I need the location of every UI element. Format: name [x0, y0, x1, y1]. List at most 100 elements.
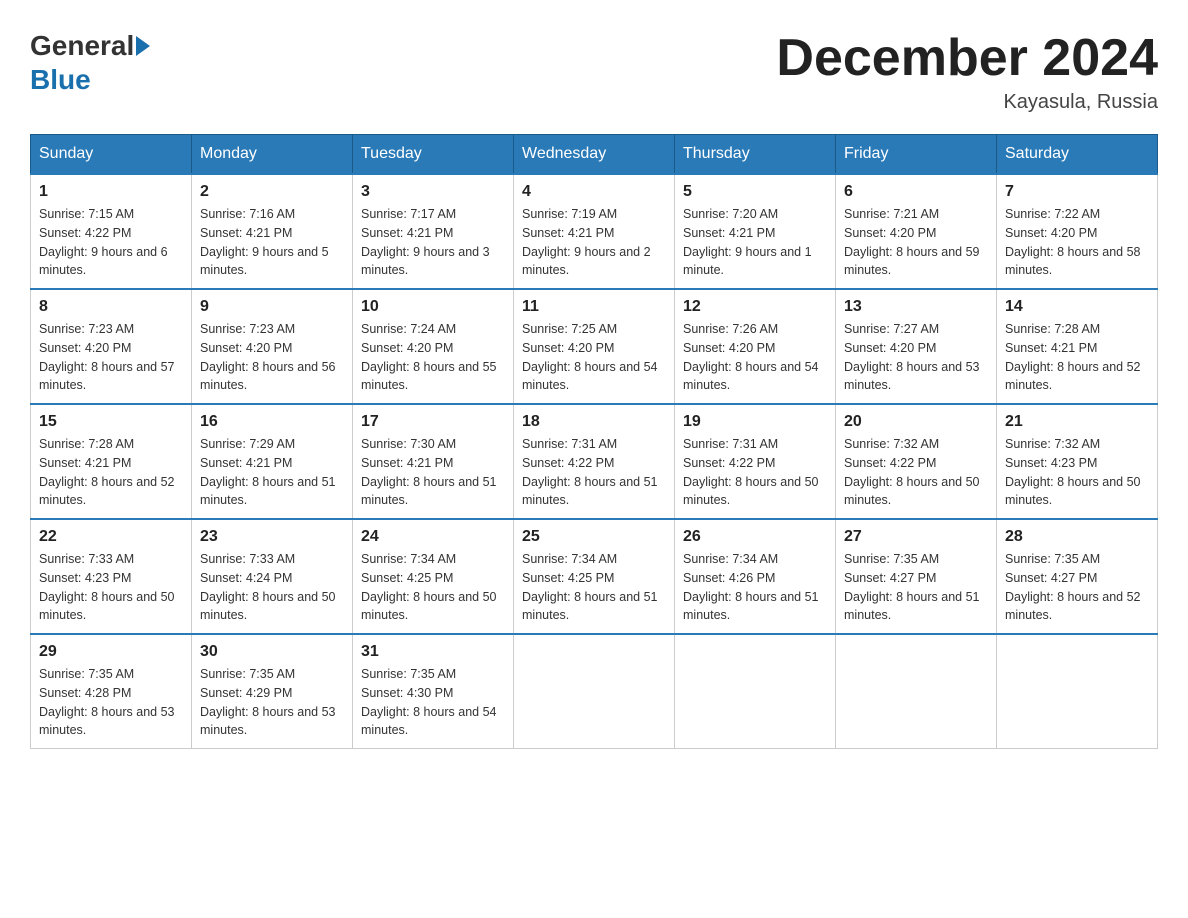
- week-row-3: 15Sunrise: 7:28 AMSunset: 4:21 PMDayligh…: [31, 404, 1158, 519]
- page-header: General Blue December 2024 Kayasula, Rus…: [30, 30, 1158, 114]
- day-info: Sunrise: 7:23 AMSunset: 4:20 PMDaylight:…: [39, 320, 183, 395]
- calendar-cell: 1 Sunrise: 7:15 AMSunset: 4:22 PMDaylight…: [31, 174, 192, 289]
- day-number: 17: [361, 413, 505, 431]
- day-info: Sunrise: 7:32 AMSunset: 4:23 PMDaylight:…: [1005, 435, 1149, 510]
- calendar-cell: [836, 634, 997, 749]
- day-number: 16: [200, 413, 344, 431]
- col-header-sunday: Sunday: [31, 135, 192, 175]
- day-number: 11: [522, 298, 666, 316]
- day-info: Sunrise: 7:35 AMSunset: 4:29 PMDaylight:…: [200, 665, 344, 740]
- day-info: Sunrise: 7:15 AMSunset: 4:22 PMDaylight:…: [39, 205, 183, 280]
- calendar-cell: 12Sunrise: 7:26 AMSunset: 4:20 PMDayligh…: [675, 289, 836, 404]
- day-number: 19: [683, 413, 827, 431]
- calendar-cell: 4 Sunrise: 7:19 AMSunset: 4:21 PMDaylight…: [514, 174, 675, 289]
- calendar-cell: 6 Sunrise: 7:21 AMSunset: 4:20 PMDaylight…: [836, 174, 997, 289]
- day-info: Sunrise: 7:23 AMSunset: 4:20 PMDaylight:…: [200, 320, 344, 395]
- day-info: Sunrise: 7:22 AMSunset: 4:20 PMDaylight:…: [1005, 205, 1149, 280]
- calendar-cell: 29 Sunrise: 7:35 AMSunset: 4:28 PMDayligh…: [31, 634, 192, 749]
- day-info: Sunrise: 7:16 AMSunset: 4:21 PMDaylight:…: [200, 205, 344, 280]
- day-number: 24: [361, 528, 505, 546]
- col-header-monday: Monday: [192, 135, 353, 175]
- title-area: December 2024 Kayasula, Russia: [776, 30, 1158, 114]
- calendar-cell: 14 Sunrise: 7:28 AMSunset: 4:21 PMDayligh…: [997, 289, 1158, 404]
- day-number: 1: [39, 183, 183, 201]
- calendar-cell: 11 Sunrise: 7:25 AMSunset: 4:20 PMDayligh…: [514, 289, 675, 404]
- day-number: 5: [683, 183, 827, 201]
- calendar-cell: 5 Sunrise: 7:20 AMSunset: 4:21 PMDaylight…: [675, 174, 836, 289]
- day-number: 29: [39, 643, 183, 661]
- day-info: Sunrise: 7:35 AMSunset: 4:27 PMDaylight:…: [1005, 550, 1149, 625]
- day-info: Sunrise: 7:20 AMSunset: 4:21 PMDaylight:…: [683, 205, 827, 280]
- day-info: Sunrise: 7:35 AMSunset: 4:27 PMDaylight:…: [844, 550, 988, 625]
- day-number: 8: [39, 298, 183, 316]
- day-number: 30: [200, 643, 344, 661]
- calendar-cell: 31 Sunrise: 7:35 AMSunset: 4:30 PMDayligh…: [353, 634, 514, 749]
- day-info: Sunrise: 7:34 AMSunset: 4:25 PMDaylight:…: [361, 550, 505, 625]
- calendar-cell: 19 Sunrise: 7:31 AMSunset: 4:22 PMDayligh…: [675, 404, 836, 519]
- calendar-cell: 23 Sunrise: 7:33 AMSunset: 4:24 PMDayligh…: [192, 519, 353, 634]
- col-header-thursday: Thursday: [675, 135, 836, 175]
- calendar-cell: 26 Sunrise: 7:34 AMSunset: 4:26 PMDayligh…: [675, 519, 836, 634]
- calendar-table: SundayMondayTuesdayWednesdayThursdayFrid…: [30, 134, 1158, 749]
- day-info: Sunrise: 7:28 AMSunset: 4:21 PMDaylight:…: [1005, 320, 1149, 395]
- logo-blue-text: Blue: [30, 64, 91, 96]
- day-number: 3: [361, 183, 505, 201]
- day-info: Sunrise: 7:21 AMSunset: 4:20 PMDaylight:…: [844, 205, 988, 280]
- day-number: 28: [1005, 528, 1149, 546]
- day-info: Sunrise: 7:26 AMSunset: 4:20 PMDaylight:…: [683, 320, 827, 395]
- month-title: December 2024: [776, 30, 1158, 87]
- day-info: Sunrise: 7:28 AMSunset: 4:21 PMDaylight:…: [39, 435, 183, 510]
- day-info: Sunrise: 7:24 AMSunset: 4:20 PMDaylight:…: [361, 320, 505, 395]
- day-info: Sunrise: 7:35 AMSunset: 4:30 PMDaylight:…: [361, 665, 505, 740]
- day-number: 10: [361, 298, 505, 316]
- calendar-cell: 15Sunrise: 7:28 AMSunset: 4:21 PMDayligh…: [31, 404, 192, 519]
- logo-general-text: General: [30, 30, 134, 62]
- calendar-cell: 18 Sunrise: 7:31 AMSunset: 4:22 PMDayligh…: [514, 404, 675, 519]
- day-number: 21: [1005, 413, 1149, 431]
- day-number: 23: [200, 528, 344, 546]
- calendar-cell: [997, 634, 1158, 749]
- day-info: Sunrise: 7:19 AMSunset: 4:21 PMDaylight:…: [522, 205, 666, 280]
- calendar-cell: 9 Sunrise: 7:23 AMSunset: 4:20 PMDaylight…: [192, 289, 353, 404]
- calendar-cell: 3 Sunrise: 7:17 AMSunset: 4:21 PMDaylight…: [353, 174, 514, 289]
- col-header-friday: Friday: [836, 135, 997, 175]
- day-number: 9: [200, 298, 344, 316]
- calendar-cell: 7Sunrise: 7:22 AMSunset: 4:20 PMDaylight…: [997, 174, 1158, 289]
- calendar-cell: 27 Sunrise: 7:35 AMSunset: 4:27 PMDayligh…: [836, 519, 997, 634]
- day-info: Sunrise: 7:17 AMSunset: 4:21 PMDaylight:…: [361, 205, 505, 280]
- day-info: Sunrise: 7:30 AMSunset: 4:21 PMDaylight:…: [361, 435, 505, 510]
- calendar-cell: 10 Sunrise: 7:24 AMSunset: 4:20 PMDayligh…: [353, 289, 514, 404]
- calendar-cell: 13Sunrise: 7:27 AMSunset: 4:20 PMDayligh…: [836, 289, 997, 404]
- calendar-cell: 20Sunrise: 7:32 AMSunset: 4:22 PMDayligh…: [836, 404, 997, 519]
- calendar-cell: 28 Sunrise: 7:35 AMSunset: 4:27 PMDayligh…: [997, 519, 1158, 634]
- day-info: Sunrise: 7:33 AMSunset: 4:24 PMDaylight:…: [200, 550, 344, 625]
- day-number: 4: [522, 183, 666, 201]
- logo-triangle-icon: [136, 36, 150, 56]
- day-info: Sunrise: 7:25 AMSunset: 4:20 PMDaylight:…: [522, 320, 666, 395]
- day-number: 2: [200, 183, 344, 201]
- day-number: 31: [361, 643, 505, 661]
- day-number: 22: [39, 528, 183, 546]
- week-row-4: 22Sunrise: 7:33 AMSunset: 4:23 PMDayligh…: [31, 519, 1158, 634]
- col-header-wednesday: Wednesday: [514, 135, 675, 175]
- day-info: Sunrise: 7:34 AMSunset: 4:26 PMDaylight:…: [683, 550, 827, 625]
- day-number: 25: [522, 528, 666, 546]
- col-header-tuesday: Tuesday: [353, 135, 514, 175]
- day-number: 14: [1005, 298, 1149, 316]
- col-header-saturday: Saturday: [997, 135, 1158, 175]
- calendar-cell: 2 Sunrise: 7:16 AMSunset: 4:21 PMDaylight…: [192, 174, 353, 289]
- day-number: 6: [844, 183, 988, 201]
- week-row-2: 8 Sunrise: 7:23 AMSunset: 4:20 PMDaylight…: [31, 289, 1158, 404]
- calendar-cell: 17 Sunrise: 7:30 AMSunset: 4:21 PMDayligh…: [353, 404, 514, 519]
- calendar-cell: 30 Sunrise: 7:35 AMSunset: 4:29 PMDayligh…: [192, 634, 353, 749]
- day-info: Sunrise: 7:31 AMSunset: 4:22 PMDaylight:…: [522, 435, 666, 510]
- day-info: Sunrise: 7:35 AMSunset: 4:28 PMDaylight:…: [39, 665, 183, 740]
- day-number: 18: [522, 413, 666, 431]
- day-number: 26: [683, 528, 827, 546]
- day-info: Sunrise: 7:32 AMSunset: 4:22 PMDaylight:…: [844, 435, 988, 510]
- calendar-cell: [675, 634, 836, 749]
- day-number: 27: [844, 528, 988, 546]
- calendar-cell: 16Sunrise: 7:29 AMSunset: 4:21 PMDayligh…: [192, 404, 353, 519]
- day-number: 13: [844, 298, 988, 316]
- day-info: Sunrise: 7:31 AMSunset: 4:22 PMDaylight:…: [683, 435, 827, 510]
